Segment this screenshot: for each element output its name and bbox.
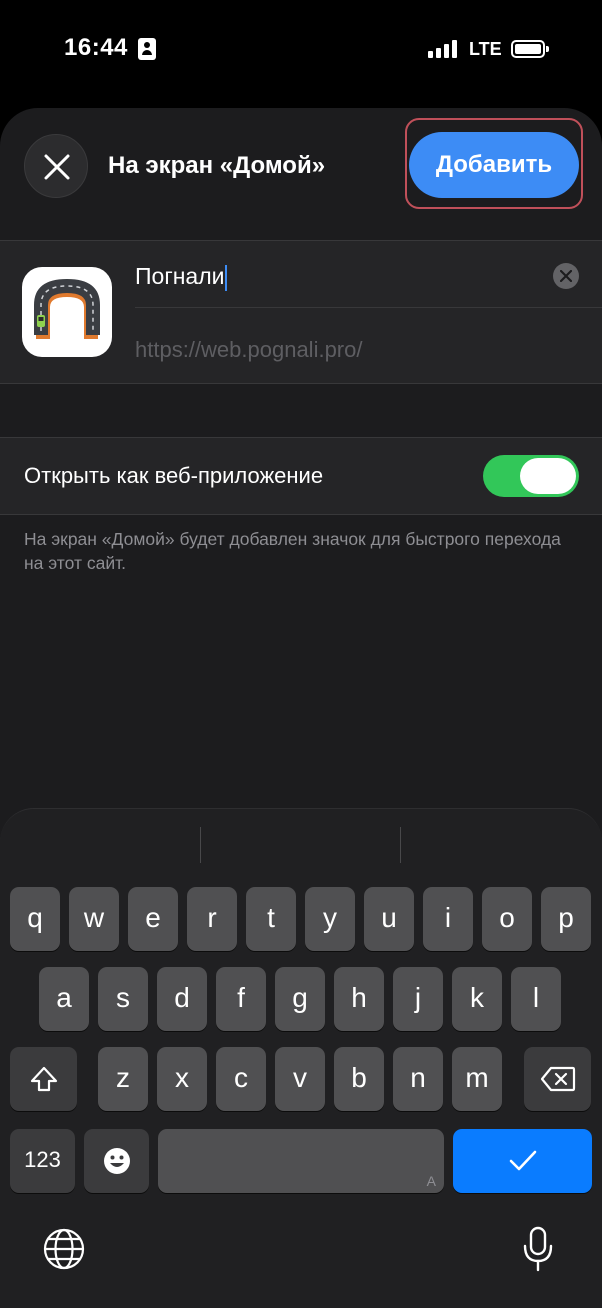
- key-g[interactable]: g: [275, 967, 325, 1031]
- delete-key[interactable]: [524, 1047, 591, 1111]
- key-i[interactable]: i: [423, 887, 473, 951]
- clear-text-button[interactable]: [553, 263, 579, 289]
- contact-card-icon: [138, 38, 156, 60]
- cellular-signal-icon: [428, 40, 460, 58]
- key-a[interactable]: a: [39, 967, 89, 1031]
- row-separator: [135, 307, 602, 308]
- key-c[interactable]: c: [216, 1047, 266, 1111]
- battery-icon: [511, 40, 549, 58]
- key-k[interactable]: k: [452, 967, 502, 1031]
- race-track-icon: [34, 279, 100, 339]
- url-text: https://web.pognali.pro/: [135, 337, 363, 362]
- text-caret: [225, 264, 228, 291]
- suggestion-divider: [400, 827, 401, 863]
- name-input-value: Погнали: [135, 263, 225, 289]
- globe-icon[interactable]: [42, 1227, 86, 1271]
- key-v[interactable]: v: [275, 1047, 325, 1111]
- network-type: LTE: [469, 39, 502, 59]
- done-key[interactable]: [453, 1129, 592, 1193]
- key-w[interactable]: w: [69, 887, 119, 951]
- close-icon: [44, 154, 70, 180]
- name-input[interactable]: Погнали: [135, 263, 228, 291]
- key-m[interactable]: m: [452, 1047, 502, 1111]
- key-r[interactable]: r: [187, 887, 237, 951]
- key-n[interactable]: n: [393, 1047, 443, 1111]
- toggle-knob: [520, 458, 576, 494]
- microphone-icon[interactable]: [520, 1225, 556, 1273]
- key-l[interactable]: l: [511, 967, 561, 1031]
- keyboard: q w e r t y u i o p a s d f g h j k l z …: [0, 808, 602, 1308]
- key-d[interactable]: d: [157, 967, 207, 1031]
- key-t[interactable]: t: [246, 887, 296, 951]
- key-s[interactable]: s: [98, 967, 148, 1031]
- key-h[interactable]: h: [334, 967, 384, 1031]
- status-time: 16:44: [64, 34, 128, 61]
- key-e[interactable]: e: [128, 887, 178, 951]
- clear-icon: [560, 270, 572, 282]
- key-x[interactable]: x: [157, 1047, 207, 1111]
- key-b[interactable]: b: [334, 1047, 384, 1111]
- backspace-icon: [540, 1066, 575, 1092]
- key-q[interactable]: q: [10, 887, 60, 951]
- checkmark-icon: [509, 1150, 536, 1171]
- footnote: На экран «Домой» будет добавлен значок д…: [24, 529, 561, 573]
- close-button[interactable]: [24, 134, 88, 198]
- key-o[interactable]: o: [482, 887, 532, 951]
- app-icon: [22, 267, 112, 357]
- key-z[interactable]: z: [98, 1047, 148, 1111]
- bookmark-group: Погнали https://web.pognali.pro/: [0, 240, 602, 384]
- key-p[interactable]: p: [541, 887, 591, 951]
- emoji-key[interactable]: [84, 1129, 149, 1193]
- key-u[interactable]: u: [364, 887, 414, 951]
- emoji-icon: [103, 1148, 130, 1174]
- web-app-label: Открыть как веб-приложение: [24, 463, 324, 488]
- web-app-toggle[interactable]: [483, 455, 579, 497]
- shift-icon: [30, 1066, 57, 1092]
- space-key-hint: A: [426, 1173, 436, 1189]
- status-bar: 16:44 LTE: [0, 0, 602, 100]
- key-f[interactable]: f: [216, 967, 266, 1031]
- sheet-title: На экран «Домой»: [108, 152, 326, 179]
- numbers-key[interactable]: 123: [10, 1129, 75, 1193]
- key-y[interactable]: y: [305, 887, 355, 951]
- suggestion-divider: [200, 827, 201, 863]
- key-j[interactable]: j: [393, 967, 443, 1031]
- space-key[interactable]: A: [158, 1129, 444, 1193]
- web-app-row: Открыть как веб-приложение: [0, 437, 602, 515]
- add-button[interactable]: Добавить: [409, 132, 579, 198]
- shift-key[interactable]: [10, 1047, 77, 1111]
